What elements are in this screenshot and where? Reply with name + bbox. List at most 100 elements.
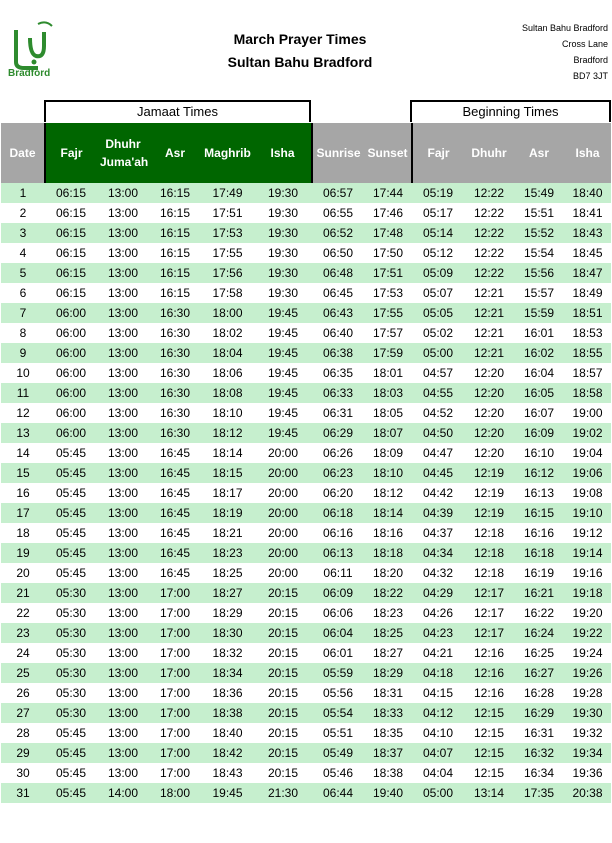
cell-begin-asr: 16:31 xyxy=(523,726,555,740)
cell-sunset: 18:07 xyxy=(364,423,412,443)
cell-jamaat-fajr: 06:15 xyxy=(45,183,97,203)
cell-jamaat-maghrib: 18:00 xyxy=(201,303,254,323)
cell-begin-isha: 19:18 xyxy=(564,583,611,603)
cell-sunrise: 06:52 xyxy=(312,223,364,243)
cell-begin-dhuhr: 12:20 xyxy=(473,366,505,380)
cell-begin-isha: 19:00 xyxy=(572,406,603,420)
cell-sunrise: 06:57 xyxy=(312,183,364,203)
cell-date: 21 xyxy=(1,583,45,603)
cell-jamaat-dhuhr: 13:00 xyxy=(97,383,149,403)
cell-begin-dhuhr: 12:22 xyxy=(473,246,505,260)
cell-sunrise: 05:49 xyxy=(312,743,364,763)
cell-date: 12 xyxy=(16,406,30,420)
col-header-jamaat-isha: Isha xyxy=(254,123,313,183)
cell-begin-isha: 18:43 xyxy=(564,223,611,243)
cell-jamaat-dhuhr: 13:00 xyxy=(107,686,139,700)
cell-sunset: 18:09 xyxy=(372,446,404,460)
cell-date: 16 xyxy=(16,486,30,500)
cell-sunrise: 06:43 xyxy=(312,303,364,323)
cell-jamaat-asr: 17:00 xyxy=(159,686,191,700)
cell-jamaat-isha: 21:30 xyxy=(254,783,312,803)
cell-begin-dhuhr: 12:21 xyxy=(464,303,514,323)
cell-begin-asr: 16:19 xyxy=(523,566,555,580)
cell-sunset: 17:44 xyxy=(364,183,412,203)
cell-jamaat-isha: 20:15 xyxy=(254,743,312,763)
cell-begin-fajr: 04:45 xyxy=(412,463,464,483)
cell-begin-dhuhr: 12:20 xyxy=(473,406,505,420)
cell-jamaat-maghrib: 18:27 xyxy=(201,583,254,603)
cell-jamaat-fajr: 06:15 xyxy=(45,223,97,243)
cell-date: 27 xyxy=(1,703,45,723)
address-line: Sultan Bahu Bradford xyxy=(521,23,608,33)
cell-begin-fajr: 04:37 xyxy=(422,526,454,540)
cell-begin-asr: 15:51 xyxy=(523,206,555,220)
cell-begin-isha: 19:30 xyxy=(564,703,611,723)
group-header-beginning: Beginning Times xyxy=(410,100,611,122)
cell-sunset: 18:03 xyxy=(364,383,412,403)
cell-begin-fajr: 04:57 xyxy=(422,366,454,380)
cell-jamaat-asr: 16:15 xyxy=(159,206,191,220)
cell-jamaat-asr: 17:00 xyxy=(159,726,191,740)
cell-begin-fajr: 05:09 xyxy=(412,263,464,283)
cell-sunset: 17:59 xyxy=(364,343,412,363)
table-row: 3 06:15 13:00 16:15 17:53 19:30 06:52 17:48 05:1… xyxy=(1,223,611,243)
cell-begin-fajr: 04:10 xyxy=(422,726,454,740)
cell-begin-fajr: 04:18 xyxy=(412,663,464,683)
cell-begin-isha: 19:10 xyxy=(564,503,611,523)
cell-jamaat-isha: 19:30 xyxy=(254,223,312,243)
table-row: 19 05:45 13:00 16:45 18:23 20:00 06:13 18:18 04:… xyxy=(1,543,611,563)
cell-jamaat-isha: 19:45 xyxy=(254,343,312,363)
cell-sunset: 17:48 xyxy=(364,223,412,243)
page-subtitle: Sultan Bahu Bradford xyxy=(227,54,373,70)
cell-jamaat-dhuhr: 13:00 xyxy=(107,526,139,540)
cell-jamaat-dhuhr: 13:00 xyxy=(107,406,139,420)
cell-sunset: 18:29 xyxy=(364,663,412,683)
cell-date: 3 xyxy=(1,223,45,243)
cell-begin-asr: 15:57 xyxy=(523,286,555,300)
cell-begin-fajr: 04:21 xyxy=(422,646,454,660)
cell-jamaat-maghrib: 17:56 xyxy=(201,263,254,283)
cell-jamaat-maghrib: 18:06 xyxy=(212,366,243,380)
cell-jamaat-isha: 19:45 xyxy=(267,366,299,380)
address-line: Bradford xyxy=(573,55,608,65)
cell-begin-fajr: 04:52 xyxy=(422,406,454,420)
cell-sunset: 18:05 xyxy=(372,406,404,420)
cell-begin-fajr: 04:39 xyxy=(412,503,464,523)
cell-jamaat-dhuhr: 13:00 xyxy=(97,703,149,723)
cell-jamaat-dhuhr: 13:00 xyxy=(97,623,149,643)
cell-sunset: 17:46 xyxy=(372,206,404,220)
cell-begin-dhuhr: 12:19 xyxy=(473,486,505,500)
table-row: 17 05:45 13:00 16:45 18:19 20:00 06:18 18:14 04:… xyxy=(1,503,611,523)
cell-sunrise: 06:44 xyxy=(312,783,364,803)
cell-jamaat-isha: 19:45 xyxy=(254,383,312,403)
cell-jamaat-dhuhr: 13:00 xyxy=(97,423,149,443)
cell-date: 11 xyxy=(1,383,45,403)
cell-date: 20 xyxy=(16,566,30,580)
cell-begin-asr: 16:09 xyxy=(514,423,564,443)
table-row: 9 06:00 13:00 16:30 18:04 19:45 06:38 17:59 05:0… xyxy=(1,343,611,363)
cell-sunset: 18:01 xyxy=(372,366,404,380)
cell-jamaat-maghrib: 18:29 xyxy=(212,606,243,620)
cell-sunrise: 05:54 xyxy=(312,703,364,723)
cell-date: 19 xyxy=(1,543,45,563)
cell-begin-fajr: 05:17 xyxy=(422,206,454,220)
cell-sunrise: 06:48 xyxy=(312,263,364,283)
cell-jamaat-maghrib: 17:49 xyxy=(201,183,254,203)
cell-jamaat-fajr: 06:15 xyxy=(45,263,97,283)
cell-sunrise: 06:38 xyxy=(312,343,364,363)
cell-sunrise: 06:23 xyxy=(312,463,364,483)
cell-jamaat-maghrib: 18:42 xyxy=(201,743,254,763)
cell-sunset: 18:22 xyxy=(364,583,412,603)
cell-begin-dhuhr: 12:16 xyxy=(464,663,514,683)
cell-begin-fajr: 05:05 xyxy=(412,303,464,323)
cell-jamaat-asr: 16:30 xyxy=(149,383,201,403)
cell-jamaat-dhuhr: 13:00 xyxy=(97,463,149,483)
cell-jamaat-maghrib: 18:21 xyxy=(212,526,243,540)
cell-jamaat-dhuhr: 13:00 xyxy=(107,726,139,740)
table-row: 4 06:15 13:00 16:15 17:55 19:30 06:50 17:50 05:1… xyxy=(1,243,611,263)
cell-begin-isha: 18:49 xyxy=(572,286,603,300)
cell-begin-dhuhr: 12:21 xyxy=(473,326,505,340)
cell-jamaat-fajr: 06:15 xyxy=(55,206,87,220)
col-header-sunrise: Sunrise xyxy=(312,123,364,183)
cell-begin-asr: 16:22 xyxy=(523,606,555,620)
